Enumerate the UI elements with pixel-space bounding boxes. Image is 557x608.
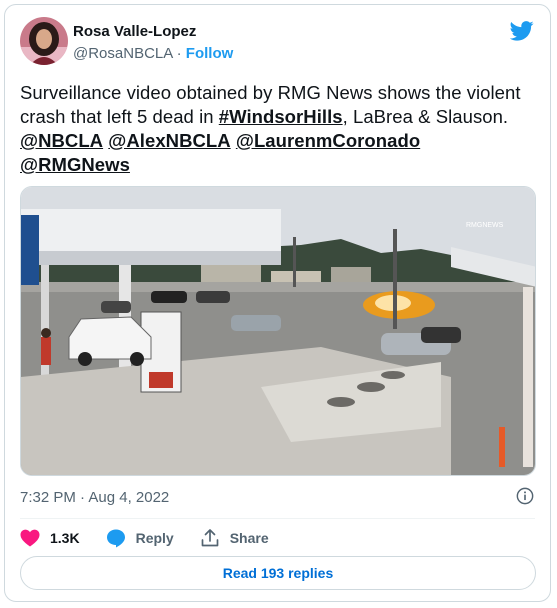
- follow-button[interactable]: Follow: [186, 45, 234, 62]
- twitter-bird-icon[interactable]: [510, 21, 534, 41]
- share-icon: [201, 529, 219, 547]
- tweet-card: Rosa Valle-Lopez @RosaNBCLA · Follow Sur…: [4, 4, 551, 602]
- author-handle[interactable]: @RosaNBCLA: [73, 45, 172, 62]
- tweet-timestamp[interactable]: 7:32 PM · Aug 4, 2022: [20, 489, 169, 506]
- tweet-text-part: , LaBrea & Slauson.: [342, 106, 509, 127]
- reply-bubble-icon: [106, 529, 125, 548]
- like-button[interactable]: 1.3K: [20, 529, 80, 547]
- author-name[interactable]: Rosa Valle-Lopez: [73, 23, 196, 40]
- avatar-image: [20, 17, 68, 65]
- surveillance-video-frame: RMGNEWS: [21, 187, 535, 475]
- like-count: 1.3K: [50, 530, 80, 546]
- avatar[interactable]: [20, 17, 68, 65]
- heart-icon: [20, 529, 40, 547]
- share-label: Share: [229, 530, 269, 546]
- tweet-text: Surveillance video obtained by RMG News …: [20, 81, 535, 177]
- mention-link[interactable]: @RMGNews: [20, 154, 130, 175]
- tweet-media[interactable]: RMGNEWS: [20, 186, 536, 476]
- info-icon[interactable]: [516, 487, 534, 505]
- reply-label: Reply: [135, 530, 174, 546]
- mention-link[interactable]: @NBCLA: [20, 130, 103, 151]
- hashtag-link[interactable]: #WindsorHills: [219, 106, 343, 127]
- author-handle-row: @RosaNBCLA · Follow: [73, 45, 233, 62]
- video-watermark: RMGNEWS: [466, 222, 504, 229]
- mention-link[interactable]: @AlexNBCLA: [108, 130, 230, 151]
- read-replies-button[interactable]: Read 193 replies: [20, 556, 536, 590]
- share-button[interactable]: Share: [200, 528, 269, 548]
- separator-dot: ·: [176, 45, 182, 62]
- divider: [20, 518, 535, 519]
- mention-link[interactable]: @LaurenmCoronado: [236, 130, 420, 151]
- reply-button[interactable]: Reply: [106, 528, 174, 548]
- action-bar: 1.3K Reply Share: [20, 527, 295, 549]
